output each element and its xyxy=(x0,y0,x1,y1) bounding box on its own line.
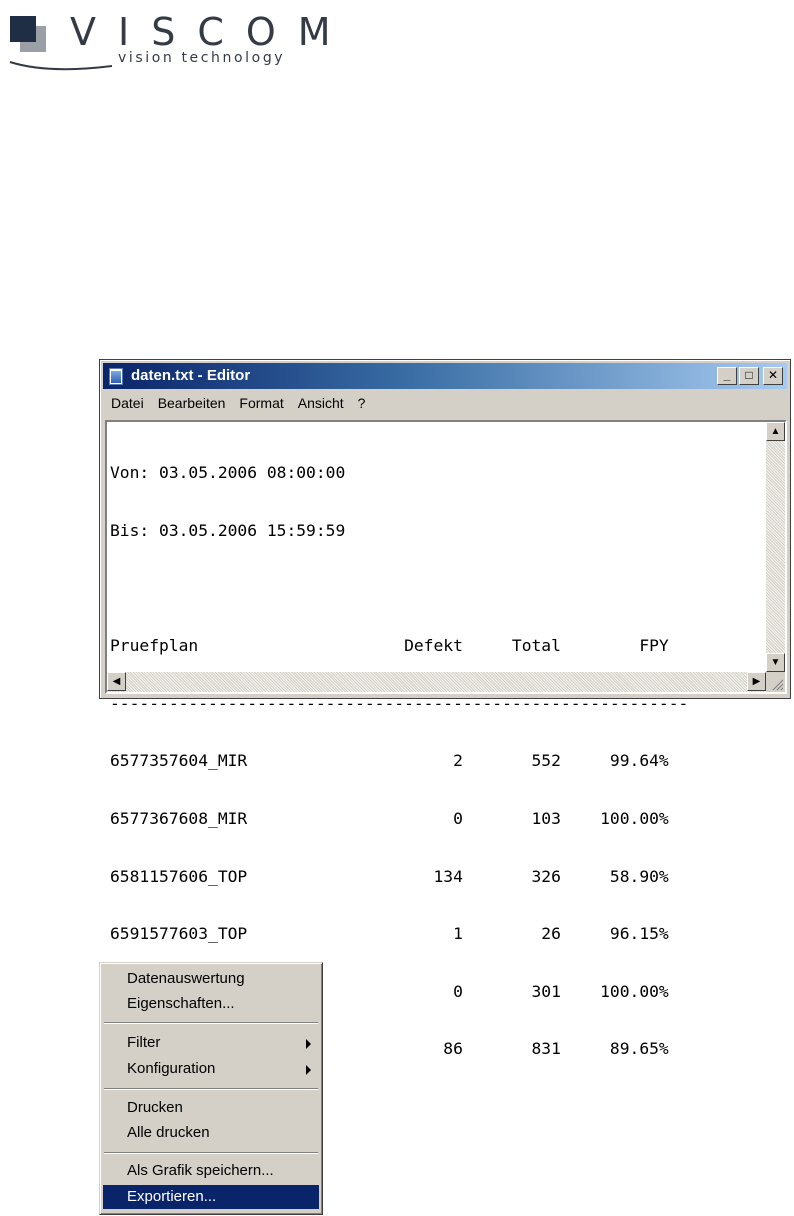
menu-item-alle-drucken[interactable]: Alle drucken xyxy=(103,1121,319,1145)
text-line: Bis: 03.05.2006 15:59:59 xyxy=(110,521,346,540)
menu-separator xyxy=(104,1152,318,1154)
close-button[interactable]: ✕ xyxy=(763,367,783,385)
logo-swoosh-icon xyxy=(9,61,113,71)
menu-item-eigenschaften[interactable]: Eigenschaften... xyxy=(103,992,319,1016)
text-line: Von: 03.05.2006 08:00:00 xyxy=(110,463,346,483)
menu-ansicht[interactable]: Ansicht xyxy=(291,392,351,412)
menu-item-konfiguration[interactable]: Konfiguration xyxy=(103,1057,319,1081)
menu-separator xyxy=(104,1022,318,1024)
text-line xyxy=(110,579,688,598)
submenu-arrow-icon xyxy=(306,1039,311,1049)
table-row: 6581157606_TOP 134 326 58.90% xyxy=(110,866,669,886)
menu-item-label: Konfiguration xyxy=(127,1060,216,1077)
logo-tagline: vision technology xyxy=(118,50,286,66)
scroll-left-icon[interactable]: ◀ xyxy=(107,672,126,691)
menu-item-als-grafik-speichern[interactable]: Als Grafik speichern... xyxy=(103,1159,319,1183)
table-row: 6591577603_TOP 1 26 96.15% xyxy=(110,924,669,944)
scroll-down-icon[interactable]: ▼ xyxy=(766,653,785,672)
scroll-right-icon[interactable]: ▶ xyxy=(747,672,766,691)
menu-item-label: Filter xyxy=(127,1034,161,1051)
size-grip[interactable] xyxy=(766,672,785,692)
viscom-logo: VISCOM vision technology xyxy=(8,10,338,71)
logo-wordmark: VISCOM xyxy=(70,10,353,54)
resize-grip-icon xyxy=(771,678,783,690)
menu-help[interactable]: ? xyxy=(351,392,373,412)
menu-format[interactable]: Format xyxy=(232,392,290,412)
menu-datei[interactable]: Datei xyxy=(103,392,151,412)
menu-item-exportieren[interactable]: Exportieren... xyxy=(103,1185,319,1209)
minimize-button[interactable]: _ xyxy=(717,367,737,385)
submenu-arrow-icon xyxy=(306,1065,311,1075)
menu-bearbeiten[interactable]: Bearbeiten xyxy=(151,392,233,412)
menu-item-drucken[interactable]: Drucken xyxy=(103,1096,319,1120)
table-header-line: Pruefplan Defekt Total FPY xyxy=(110,636,669,656)
notepad-window: daten.txt - Editor _ □ ✕ Datei Bearbeiten… xyxy=(99,359,791,1058)
context-menu: Datenauswertung Eigenschaften... Filter … xyxy=(99,962,323,1215)
menu-item-filter[interactable]: Filter xyxy=(103,1031,319,1055)
title-bar[interactable]: daten.txt - Editor _ □ ✕ xyxy=(103,363,787,389)
scroll-up-icon[interactable]: ▲ xyxy=(766,422,785,441)
notepad-icon xyxy=(109,368,123,385)
logo-square-icon xyxy=(10,16,46,52)
table-row: 6577357604_MIR 2 552 99.64% xyxy=(110,751,669,771)
menu-separator xyxy=(104,1088,318,1090)
horizontal-scrollbar[interactable]: ◀ ▶ xyxy=(107,672,766,692)
menu-item-datenauswertung[interactable]: Datenauswertung xyxy=(103,967,319,991)
text-edit-area[interactable]: Von: 03.05.2006 08:00:00 Bis: 03.05.2006… xyxy=(105,420,787,1058)
maximize-button[interactable]: □ xyxy=(739,367,759,385)
menu-bar: Datei Bearbeiten Format Ansicht? xyxy=(103,392,787,414)
table-row: 6577367608_MIR 0 103 100.00% xyxy=(110,808,669,828)
window-title: daten.txt - Editor xyxy=(131,367,251,384)
vertical-scrollbar[interactable]: ▲ ▼ xyxy=(766,422,785,672)
separator-line: ----------------------------------------… xyxy=(110,693,689,713)
